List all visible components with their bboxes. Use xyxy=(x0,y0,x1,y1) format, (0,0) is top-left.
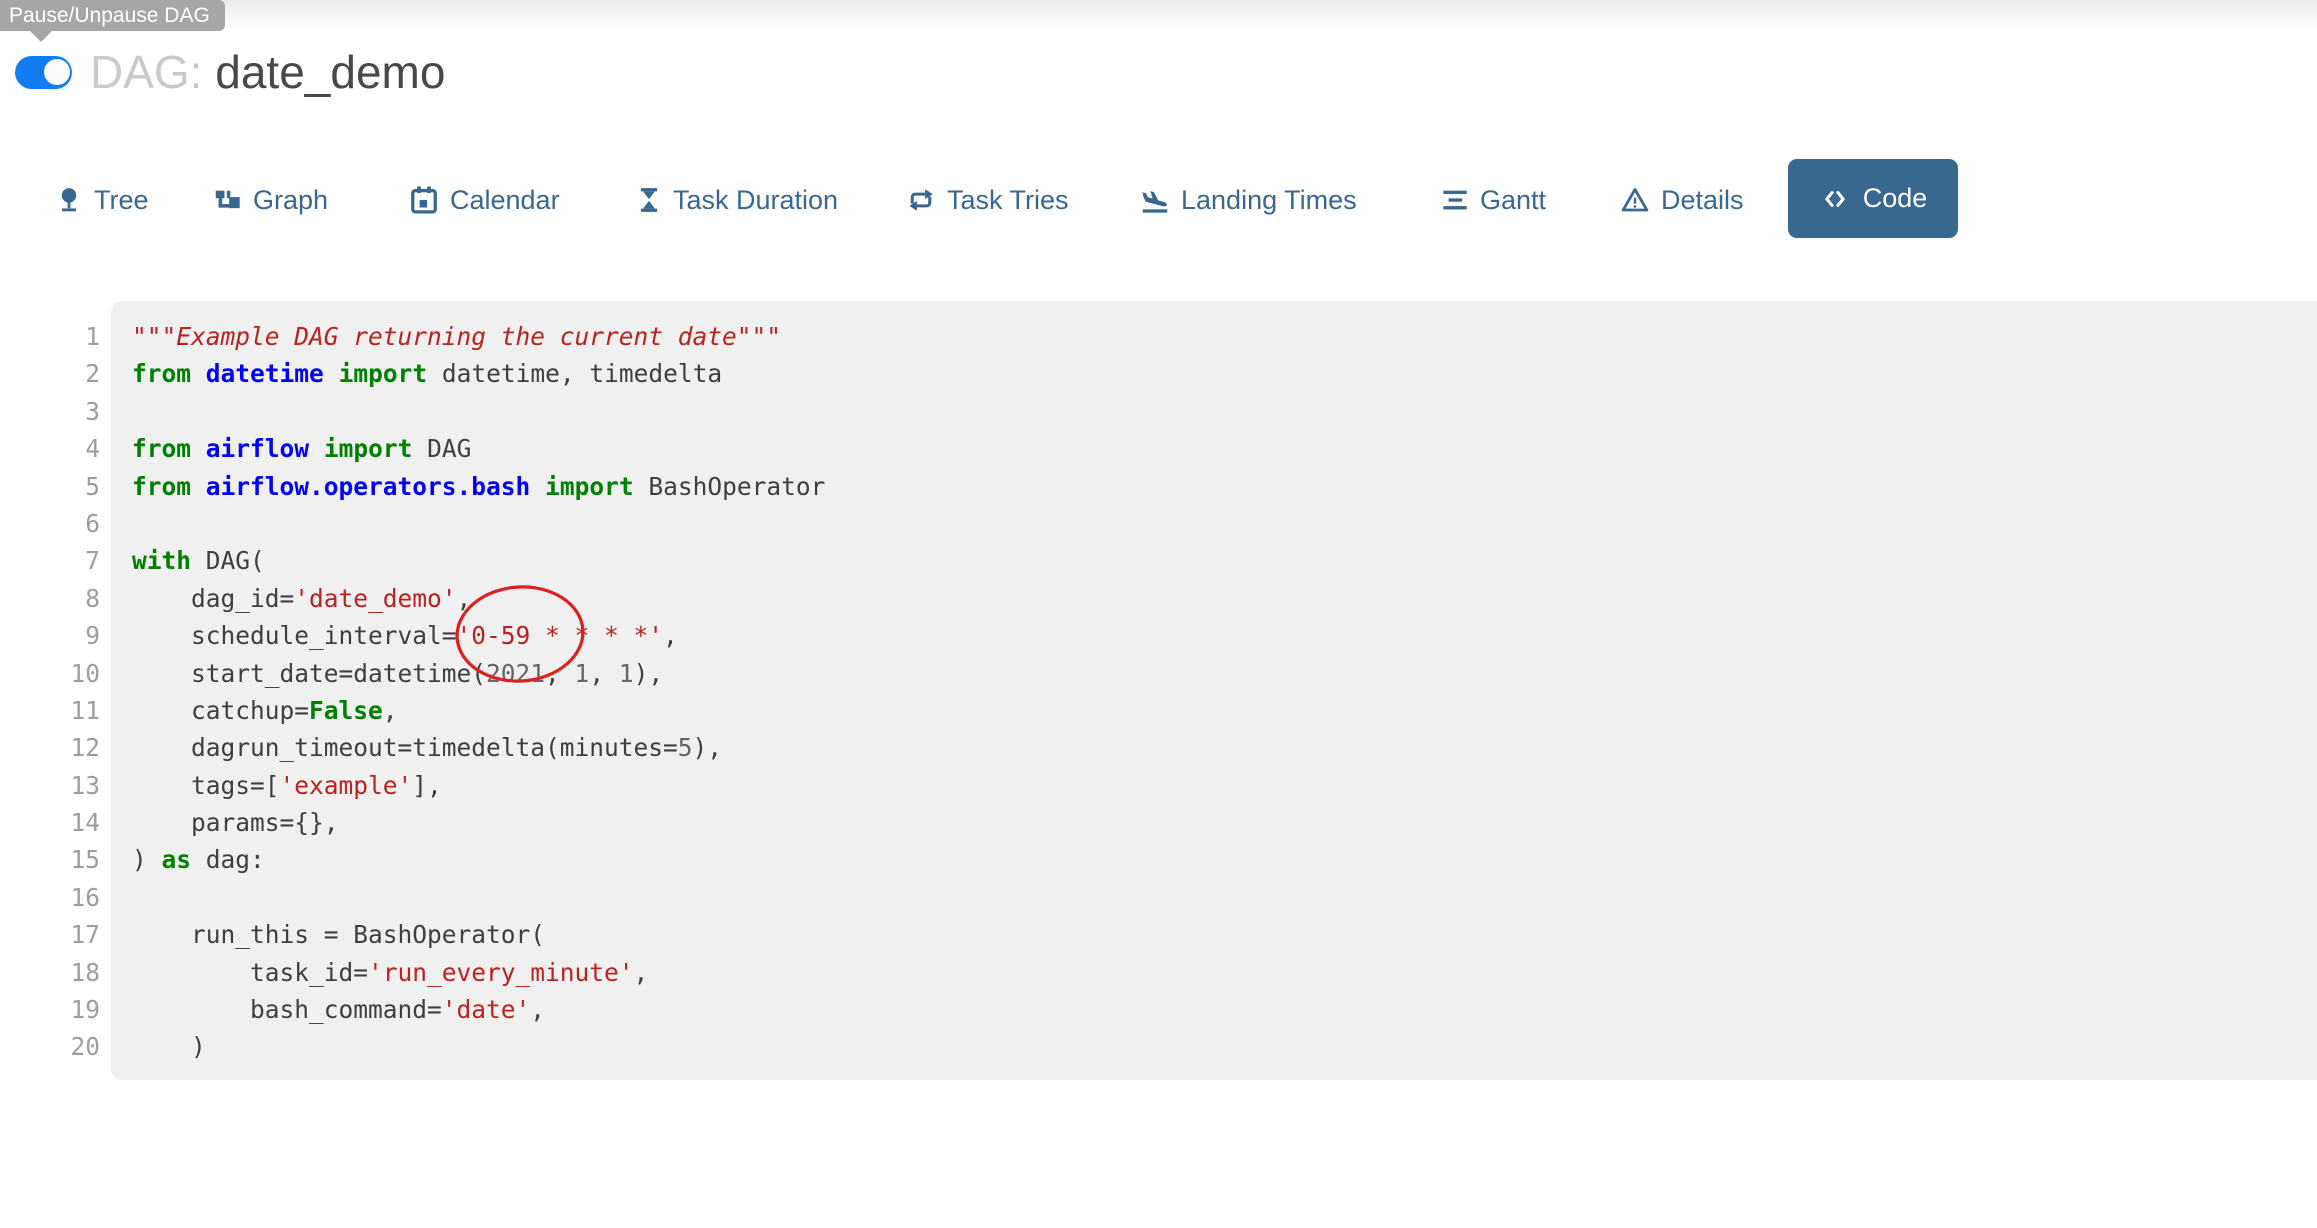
tab-label: Tree xyxy=(94,185,149,216)
code-text: tags=['example'], xyxy=(132,767,442,804)
tab-label: Code xyxy=(1863,183,1928,214)
tab-task-tries[interactable]: Task Tries xyxy=(906,160,1069,240)
code-line: 15 ) as dag: xyxy=(0,841,2317,878)
code-lines: 1 """Example DAG returning the current da… xyxy=(0,318,2317,1066)
line-number: 5 xyxy=(0,468,100,505)
line-number: 18 xyxy=(0,954,100,991)
code-text: schedule_interval='0-59 * * * *', xyxy=(132,617,678,654)
tab-graph[interactable]: Graph xyxy=(214,160,328,240)
tab-code[interactable]: Code xyxy=(1788,159,1958,238)
code-text: from airflow import DAG xyxy=(132,430,471,467)
top-gradient-band xyxy=(0,0,2317,32)
code-brackets-icon xyxy=(1819,185,1851,213)
tab-landing-times[interactable]: Landing Times xyxy=(1140,160,1357,240)
code-text: params={}, xyxy=(132,804,339,841)
code-line: 17 run_this = BashOperator( xyxy=(0,916,2317,953)
code-line: 13 tags=['example'], xyxy=(0,767,2317,804)
code-line: 14 params={}, xyxy=(0,804,2317,841)
warning-triangle-icon xyxy=(1620,186,1650,214)
code-line: 20 ) xyxy=(0,1028,2317,1065)
page-title: DAG: date_demo xyxy=(90,45,445,99)
code-text: from airflow.operators.bash import BashO… xyxy=(132,468,825,505)
line-number: 8 xyxy=(0,580,100,617)
plane-landing-icon xyxy=(1140,185,1170,215)
code-text: dag_id='date_demo', xyxy=(132,580,471,617)
hourglass-icon xyxy=(636,186,662,214)
line-number: 15 xyxy=(0,841,100,878)
code-line: 16 xyxy=(0,879,2317,916)
line-number: 11 xyxy=(0,692,100,729)
line-number: 3 xyxy=(0,393,100,430)
tab-label: Details xyxy=(1661,185,1744,216)
code-text: catchup=False, xyxy=(132,692,398,729)
line-number: 17 xyxy=(0,916,100,953)
code-line: 11 catchup=False, xyxy=(0,692,2317,729)
code-text: run_this = BashOperator( xyxy=(132,916,545,953)
pause-unpause-tooltip: Pause/Unpause DAG xyxy=(0,0,225,31)
pause-unpause-toggle[interactable] xyxy=(15,56,72,89)
tooltip-text: Pause/Unpause DAG xyxy=(9,4,210,27)
dag-code-view: 1 """Example DAG returning the current da… xyxy=(0,301,2317,1080)
code-text: bash_command='date', xyxy=(132,991,545,1028)
dag-view-tabs: Tree Graph Calendar Task Duration Task Tries… xyxy=(0,160,2317,240)
line-number: 10 xyxy=(0,655,100,692)
code-text: dagrun_timeout=timedelta(minutes=5), xyxy=(132,729,722,766)
code-text: ) as dag: xyxy=(132,841,265,878)
tab-label: Calendar xyxy=(450,185,560,216)
line-number: 12 xyxy=(0,729,100,766)
tab-task-duration[interactable]: Task Duration xyxy=(636,160,838,240)
tab-label: Landing Times xyxy=(1181,185,1357,216)
code-text: task_id='run_every_minute', xyxy=(132,954,648,991)
line-number: 6 xyxy=(0,505,100,542)
tab-label: Task Tries xyxy=(947,185,1069,216)
dag-label: DAG: xyxy=(90,46,202,98)
code-line: 6 xyxy=(0,505,2317,542)
line-number: 13 xyxy=(0,767,100,804)
tree-icon xyxy=(55,186,83,214)
code-text: start_date=datetime(2021, 1, 1), xyxy=(132,655,663,692)
code-line: 19 bash_command='date', xyxy=(0,991,2317,1028)
line-number: 4 xyxy=(0,430,100,467)
code-line: 7 with DAG( xyxy=(0,542,2317,579)
code-text: with DAG( xyxy=(132,542,265,579)
line-number: 1 xyxy=(0,318,100,355)
code-line: 2 from datetime import datetime, timedelt… xyxy=(0,355,2317,392)
code-line: 3 xyxy=(0,393,2317,430)
graph-icon xyxy=(214,186,242,214)
tab-label: Graph xyxy=(253,185,328,216)
code-line: 12 dagrun_timeout=timedelta(minutes=5), xyxy=(0,729,2317,766)
code-line: 1 """Example DAG returning the current da… xyxy=(0,318,2317,355)
calendar-icon xyxy=(409,185,439,215)
code-line: 8 dag_id='date_demo', xyxy=(0,580,2317,617)
code-text: ) xyxy=(132,1028,206,1065)
tab-calendar[interactable]: Calendar xyxy=(409,160,560,240)
line-number: 16 xyxy=(0,879,100,916)
code-line: 10 start_date=datetime(2021, 1, 1), xyxy=(0,655,2317,692)
code-text: """Example DAG returning the current dat… xyxy=(132,318,781,355)
toggle-knob xyxy=(44,59,70,85)
code-line: 9 schedule_interval='0-59 * * * *', xyxy=(0,617,2317,654)
tab-tree[interactable]: Tree xyxy=(55,160,149,240)
tab-label: Task Duration xyxy=(673,185,838,216)
dag-name: date_demo xyxy=(215,46,445,98)
line-number: 7 xyxy=(0,542,100,579)
code-line: 5 from airflow.operators.bash import Bash… xyxy=(0,468,2317,505)
tab-label: Gantt xyxy=(1480,185,1546,216)
line-number: 9 xyxy=(0,617,100,654)
code-text: from datetime import datetime, timedelta xyxy=(132,355,722,392)
line-number: 2 xyxy=(0,355,100,392)
tooltip-arrow xyxy=(30,31,52,42)
tab-details[interactable]: Details xyxy=(1620,160,1744,240)
tab-gantt[interactable]: Gantt xyxy=(1441,160,1546,240)
gantt-bars-icon xyxy=(1441,186,1469,214)
line-number: 19 xyxy=(0,991,100,1028)
repeat-icon xyxy=(906,186,936,214)
line-number: 14 xyxy=(0,804,100,841)
code-line: 18 task_id='run_every_minute', xyxy=(0,954,2317,991)
line-number: 20 xyxy=(0,1028,100,1065)
code-line: 4 from airflow import DAG xyxy=(0,430,2317,467)
dag-header: DAG: date_demo xyxy=(15,49,445,95)
